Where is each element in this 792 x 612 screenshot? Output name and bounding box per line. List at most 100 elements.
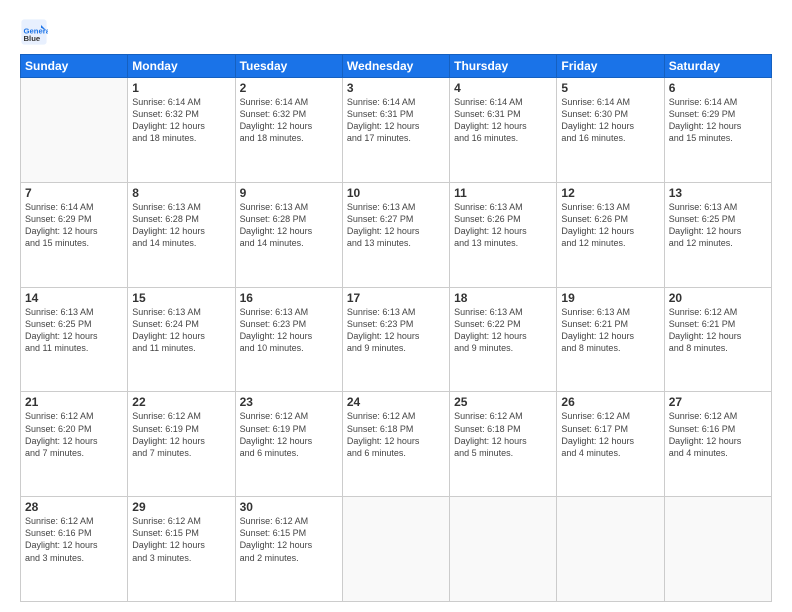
- day-number: 8: [132, 186, 230, 200]
- day-info: Sunrise: 6:14 AM Sunset: 6:29 PM Dayligh…: [669, 96, 767, 145]
- svg-text:Blue: Blue: [24, 34, 41, 43]
- day-info: Sunrise: 6:14 AM Sunset: 6:32 PM Dayligh…: [240, 96, 338, 145]
- day-info: Sunrise: 6:14 AM Sunset: 6:30 PM Dayligh…: [561, 96, 659, 145]
- day-number: 15: [132, 291, 230, 305]
- day-info: Sunrise: 6:13 AM Sunset: 6:24 PM Dayligh…: [132, 306, 230, 355]
- day-info: Sunrise: 6:13 AM Sunset: 6:25 PM Dayligh…: [25, 306, 123, 355]
- calendar-cell: 30Sunrise: 6:12 AM Sunset: 6:15 PM Dayli…: [235, 497, 342, 602]
- day-number: 3: [347, 81, 445, 95]
- day-info: Sunrise: 6:12 AM Sunset: 6:16 PM Dayligh…: [25, 515, 123, 564]
- day-info: Sunrise: 6:14 AM Sunset: 6:31 PM Dayligh…: [454, 96, 552, 145]
- header: General Blue: [20, 18, 772, 46]
- calendar-cell: [450, 497, 557, 602]
- calendar-cell: 17Sunrise: 6:13 AM Sunset: 6:23 PM Dayli…: [342, 287, 449, 392]
- day-header-saturday: Saturday: [664, 55, 771, 78]
- day-header-thursday: Thursday: [450, 55, 557, 78]
- day-number: 28: [25, 500, 123, 514]
- calendar-cell: 1Sunrise: 6:14 AM Sunset: 6:32 PM Daylig…: [128, 78, 235, 183]
- calendar-cell: 4Sunrise: 6:14 AM Sunset: 6:31 PM Daylig…: [450, 78, 557, 183]
- calendar-cell: 22Sunrise: 6:12 AM Sunset: 6:19 PM Dayli…: [128, 392, 235, 497]
- calendar-cell: 21Sunrise: 6:12 AM Sunset: 6:20 PM Dayli…: [21, 392, 128, 497]
- day-info: Sunrise: 6:13 AM Sunset: 6:21 PM Dayligh…: [561, 306, 659, 355]
- logo: General Blue: [20, 18, 52, 46]
- day-number: 18: [454, 291, 552, 305]
- week-row-1: 1Sunrise: 6:14 AM Sunset: 6:32 PM Daylig…: [21, 78, 772, 183]
- week-row-5: 28Sunrise: 6:12 AM Sunset: 6:16 PM Dayli…: [21, 497, 772, 602]
- day-info: Sunrise: 6:12 AM Sunset: 6:15 PM Dayligh…: [240, 515, 338, 564]
- day-number: 25: [454, 395, 552, 409]
- day-number: 9: [240, 186, 338, 200]
- day-header-wednesday: Wednesday: [342, 55, 449, 78]
- day-number: 2: [240, 81, 338, 95]
- week-row-4: 21Sunrise: 6:12 AM Sunset: 6:20 PM Dayli…: [21, 392, 772, 497]
- calendar-cell: 26Sunrise: 6:12 AM Sunset: 6:17 PM Dayli…: [557, 392, 664, 497]
- day-info: Sunrise: 6:13 AM Sunset: 6:27 PM Dayligh…: [347, 201, 445, 250]
- day-header-monday: Monday: [128, 55, 235, 78]
- day-header-sunday: Sunday: [21, 55, 128, 78]
- day-number: 13: [669, 186, 767, 200]
- day-number: 29: [132, 500, 230, 514]
- day-info: Sunrise: 6:13 AM Sunset: 6:28 PM Dayligh…: [240, 201, 338, 250]
- day-number: 23: [240, 395, 338, 409]
- day-number: 21: [25, 395, 123, 409]
- calendar-cell: 18Sunrise: 6:13 AM Sunset: 6:22 PM Dayli…: [450, 287, 557, 392]
- calendar-cell: 27Sunrise: 6:12 AM Sunset: 6:16 PM Dayli…: [664, 392, 771, 497]
- day-info: Sunrise: 6:12 AM Sunset: 6:17 PM Dayligh…: [561, 410, 659, 459]
- calendar-header-row: SundayMondayTuesdayWednesdayThursdayFrid…: [21, 55, 772, 78]
- day-info: Sunrise: 6:12 AM Sunset: 6:19 PM Dayligh…: [240, 410, 338, 459]
- calendar-cell: 7Sunrise: 6:14 AM Sunset: 6:29 PM Daylig…: [21, 182, 128, 287]
- day-number: 16: [240, 291, 338, 305]
- day-info: Sunrise: 6:13 AM Sunset: 6:25 PM Dayligh…: [669, 201, 767, 250]
- calendar-cell: [557, 497, 664, 602]
- day-number: 24: [347, 395, 445, 409]
- calendar-cell: 10Sunrise: 6:13 AM Sunset: 6:27 PM Dayli…: [342, 182, 449, 287]
- day-info: Sunrise: 6:13 AM Sunset: 6:23 PM Dayligh…: [240, 306, 338, 355]
- calendar-cell: [21, 78, 128, 183]
- day-info: Sunrise: 6:12 AM Sunset: 6:16 PM Dayligh…: [669, 410, 767, 459]
- page: General Blue SundayMondayTuesdayWednesda…: [0, 0, 792, 612]
- day-number: 10: [347, 186, 445, 200]
- calendar-cell: 5Sunrise: 6:14 AM Sunset: 6:30 PM Daylig…: [557, 78, 664, 183]
- day-number: 5: [561, 81, 659, 95]
- day-info: Sunrise: 6:13 AM Sunset: 6:28 PM Dayligh…: [132, 201, 230, 250]
- calendar-cell: 15Sunrise: 6:13 AM Sunset: 6:24 PM Dayli…: [128, 287, 235, 392]
- day-number: 27: [669, 395, 767, 409]
- day-number: 11: [454, 186, 552, 200]
- calendar-cell: 14Sunrise: 6:13 AM Sunset: 6:25 PM Dayli…: [21, 287, 128, 392]
- calendar-cell: 12Sunrise: 6:13 AM Sunset: 6:26 PM Dayli…: [557, 182, 664, 287]
- calendar-cell: 19Sunrise: 6:13 AM Sunset: 6:21 PM Dayli…: [557, 287, 664, 392]
- calendar-table: SundayMondayTuesdayWednesdayThursdayFrid…: [20, 54, 772, 602]
- day-number: 12: [561, 186, 659, 200]
- day-number: 4: [454, 81, 552, 95]
- week-row-3: 14Sunrise: 6:13 AM Sunset: 6:25 PM Dayli…: [21, 287, 772, 392]
- day-number: 1: [132, 81, 230, 95]
- day-info: Sunrise: 6:12 AM Sunset: 6:15 PM Dayligh…: [132, 515, 230, 564]
- day-number: 7: [25, 186, 123, 200]
- calendar-cell: 8Sunrise: 6:13 AM Sunset: 6:28 PM Daylig…: [128, 182, 235, 287]
- day-number: 19: [561, 291, 659, 305]
- day-number: 6: [669, 81, 767, 95]
- calendar-cell: 2Sunrise: 6:14 AM Sunset: 6:32 PM Daylig…: [235, 78, 342, 183]
- calendar-cell: 13Sunrise: 6:13 AM Sunset: 6:25 PM Dayli…: [664, 182, 771, 287]
- calendar-cell: 9Sunrise: 6:13 AM Sunset: 6:28 PM Daylig…: [235, 182, 342, 287]
- calendar-cell: [342, 497, 449, 602]
- calendar-cell: [664, 497, 771, 602]
- calendar-cell: 11Sunrise: 6:13 AM Sunset: 6:26 PM Dayli…: [450, 182, 557, 287]
- calendar-cell: 28Sunrise: 6:12 AM Sunset: 6:16 PM Dayli…: [21, 497, 128, 602]
- day-info: Sunrise: 6:13 AM Sunset: 6:22 PM Dayligh…: [454, 306, 552, 355]
- day-info: Sunrise: 6:12 AM Sunset: 6:19 PM Dayligh…: [132, 410, 230, 459]
- day-info: Sunrise: 6:13 AM Sunset: 6:26 PM Dayligh…: [454, 201, 552, 250]
- day-info: Sunrise: 6:14 AM Sunset: 6:31 PM Dayligh…: [347, 96, 445, 145]
- day-info: Sunrise: 6:14 AM Sunset: 6:29 PM Dayligh…: [25, 201, 123, 250]
- day-number: 20: [669, 291, 767, 305]
- calendar-cell: 25Sunrise: 6:12 AM Sunset: 6:18 PM Dayli…: [450, 392, 557, 497]
- day-info: Sunrise: 6:12 AM Sunset: 6:20 PM Dayligh…: [25, 410, 123, 459]
- day-info: Sunrise: 6:12 AM Sunset: 6:18 PM Dayligh…: [347, 410, 445, 459]
- calendar-cell: 23Sunrise: 6:12 AM Sunset: 6:19 PM Dayli…: [235, 392, 342, 497]
- day-info: Sunrise: 6:12 AM Sunset: 6:21 PM Dayligh…: [669, 306, 767, 355]
- day-header-friday: Friday: [557, 55, 664, 78]
- day-info: Sunrise: 6:14 AM Sunset: 6:32 PM Dayligh…: [132, 96, 230, 145]
- logo-icon: General Blue: [20, 18, 48, 46]
- calendar-cell: 3Sunrise: 6:14 AM Sunset: 6:31 PM Daylig…: [342, 78, 449, 183]
- day-number: 26: [561, 395, 659, 409]
